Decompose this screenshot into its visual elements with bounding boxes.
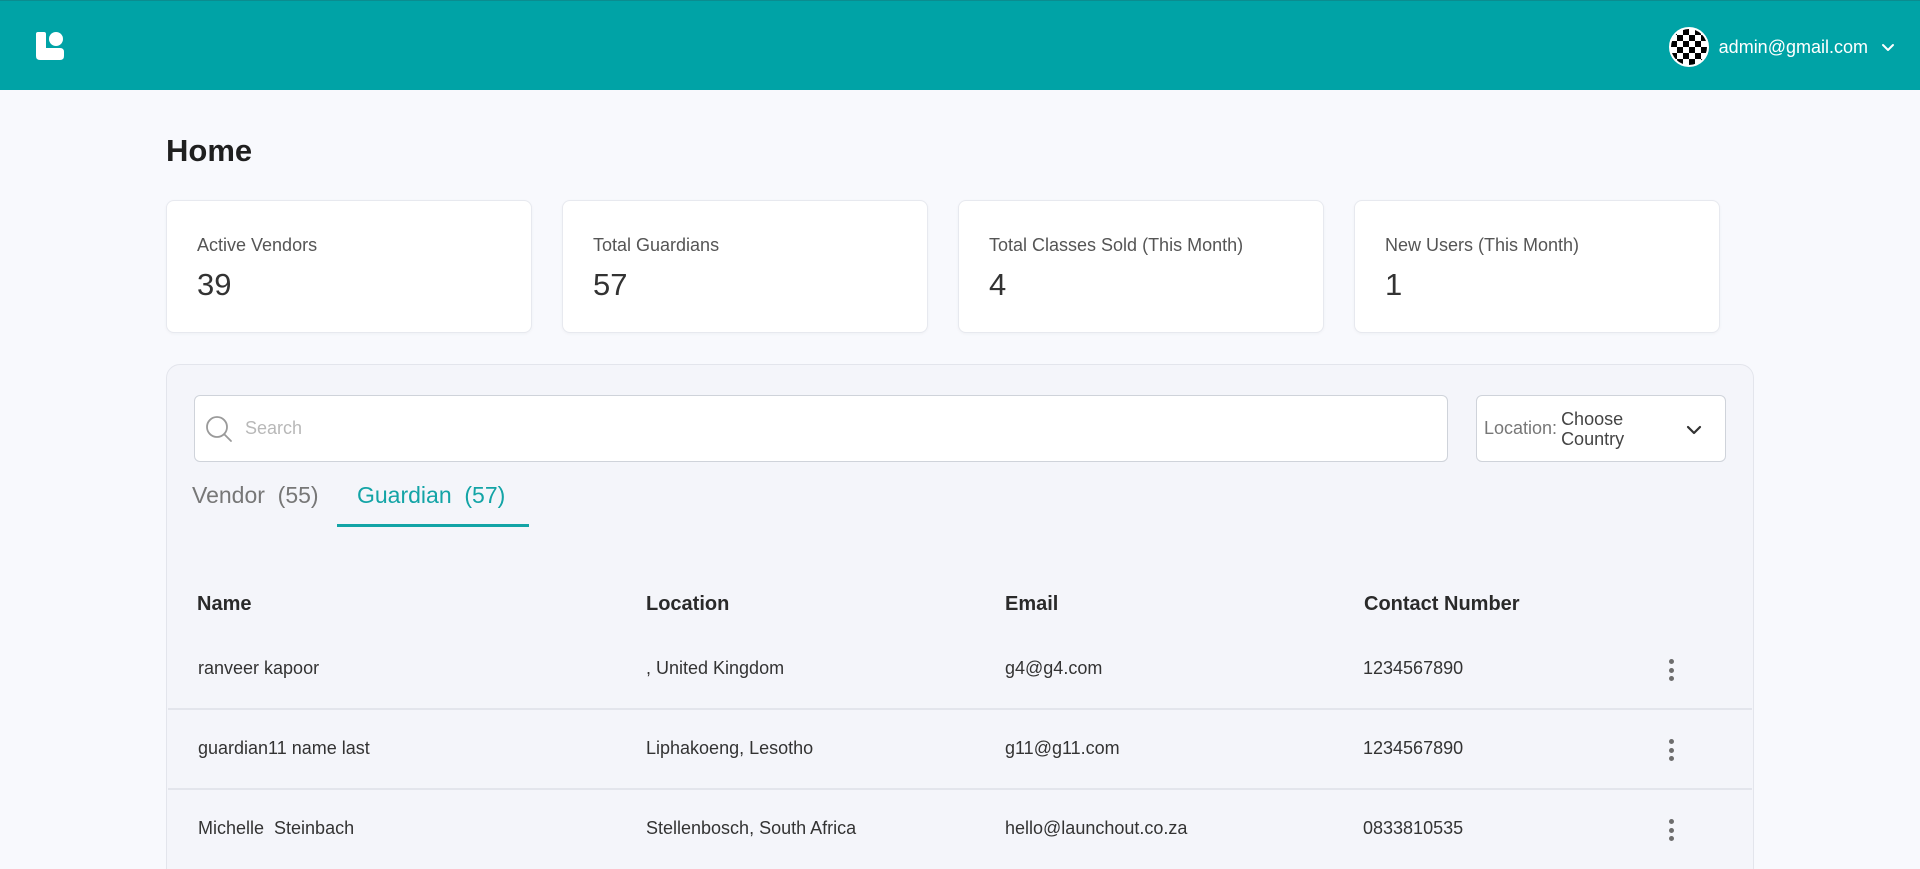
- active-tab-indicator: [337, 524, 529, 527]
- cell-email: g11@g11.com: [1005, 738, 1120, 758]
- column-header-contact-number: Contact Number: [1364, 593, 1520, 615]
- stat-value: 1: [1385, 267, 1403, 302]
- kebab-menu-icon[interactable]: [1665, 656, 1677, 684]
- stat-card-active-vendors: Active Vendors 39: [166, 200, 532, 333]
- stat-value: 4: [989, 267, 1007, 302]
- cell-email: g4@g4.com: [1005, 658, 1103, 678]
- kebab-menu-icon[interactable]: [1665, 816, 1677, 844]
- stat-value: 39: [197, 267, 232, 302]
- stat-card-total-classes-sold: Total Classes Sold (This Month) 4: [958, 200, 1324, 333]
- user-email[interactable]: admin@gmail.com: [1719, 37, 1868, 58]
- stat-label: Total Guardians: [593, 235, 720, 255]
- tab-guardian[interactable]: Guardian (57): [357, 482, 505, 509]
- logo-icon[interactable]: [34, 30, 66, 62]
- cell-location: Stellenbosch, South Africa: [646, 818, 857, 838]
- location-label: Location:: [1484, 418, 1558, 438]
- stat-card-new-users: New Users (This Month) 1: [1354, 200, 1720, 333]
- page-title: Home: [166, 133, 253, 168]
- search-input[interactable]: [245, 418, 1425, 439]
- cell-location: , United Kingdom: [646, 658, 785, 678]
- top-bar: admin@gmail.com: [0, 0, 1920, 90]
- search-icon: [206, 415, 232, 442]
- stat-value: 57: [593, 267, 628, 302]
- avatar: [1668, 27, 1709, 67]
- table-row[interactable]: ranveer kapoor , United Kingdom g4@g4.co…: [168, 630, 1752, 710]
- cell-name: ranveer kapoor: [198, 658, 320, 678]
- cell-contact: 1234567890: [1363, 738, 1464, 758]
- table-row[interactable]: guardian11 name last Liphakoeng, Lesotho…: [168, 710, 1752, 790]
- cell-name: guardian11 name last: [198, 738, 370, 758]
- stat-card-total-guardians: Total Guardians 57: [562, 200, 928, 333]
- stat-label: Total Classes Sold (This Month): [989, 235, 1244, 255]
- column-header-name: Name: [197, 593, 252, 615]
- stat-label: New Users (This Month): [1385, 235, 1580, 255]
- search-box[interactable]: [194, 395, 1448, 462]
- location-select[interactable]: Location: Choose Country: [1476, 395, 1726, 462]
- tab-vendor[interactable]: Vendor (55): [192, 482, 319, 509]
- table-row[interactable]: Michelle Steinbach Stellenbosch, South A…: [168, 790, 1752, 869]
- user-menu[interactable]: admin@gmail.com: [1668, 27, 1896, 67]
- kebab-menu-icon[interactable]: [1665, 736, 1677, 764]
- cell-location: Liphakoeng, Lesotho: [646, 738, 814, 758]
- chevron-down-icon[interactable]: [1685, 421, 1703, 439]
- cell-email: hello@launchout.co.za: [1005, 818, 1188, 838]
- location-value[interactable]: Choose Country: [1561, 409, 1661, 449]
- column-header-location: Location: [646, 593, 730, 615]
- stat-label: Active Vendors: [197, 235, 318, 255]
- cell-name: Michelle Steinbach: [198, 818, 355, 838]
- cell-contact: 1234567890: [1363, 658, 1464, 678]
- cell-contact: 0833810535: [1363, 818, 1464, 838]
- chevron-down-icon[interactable]: [1880, 39, 1896, 55]
- column-header-email: Email: [1005, 593, 1059, 615]
